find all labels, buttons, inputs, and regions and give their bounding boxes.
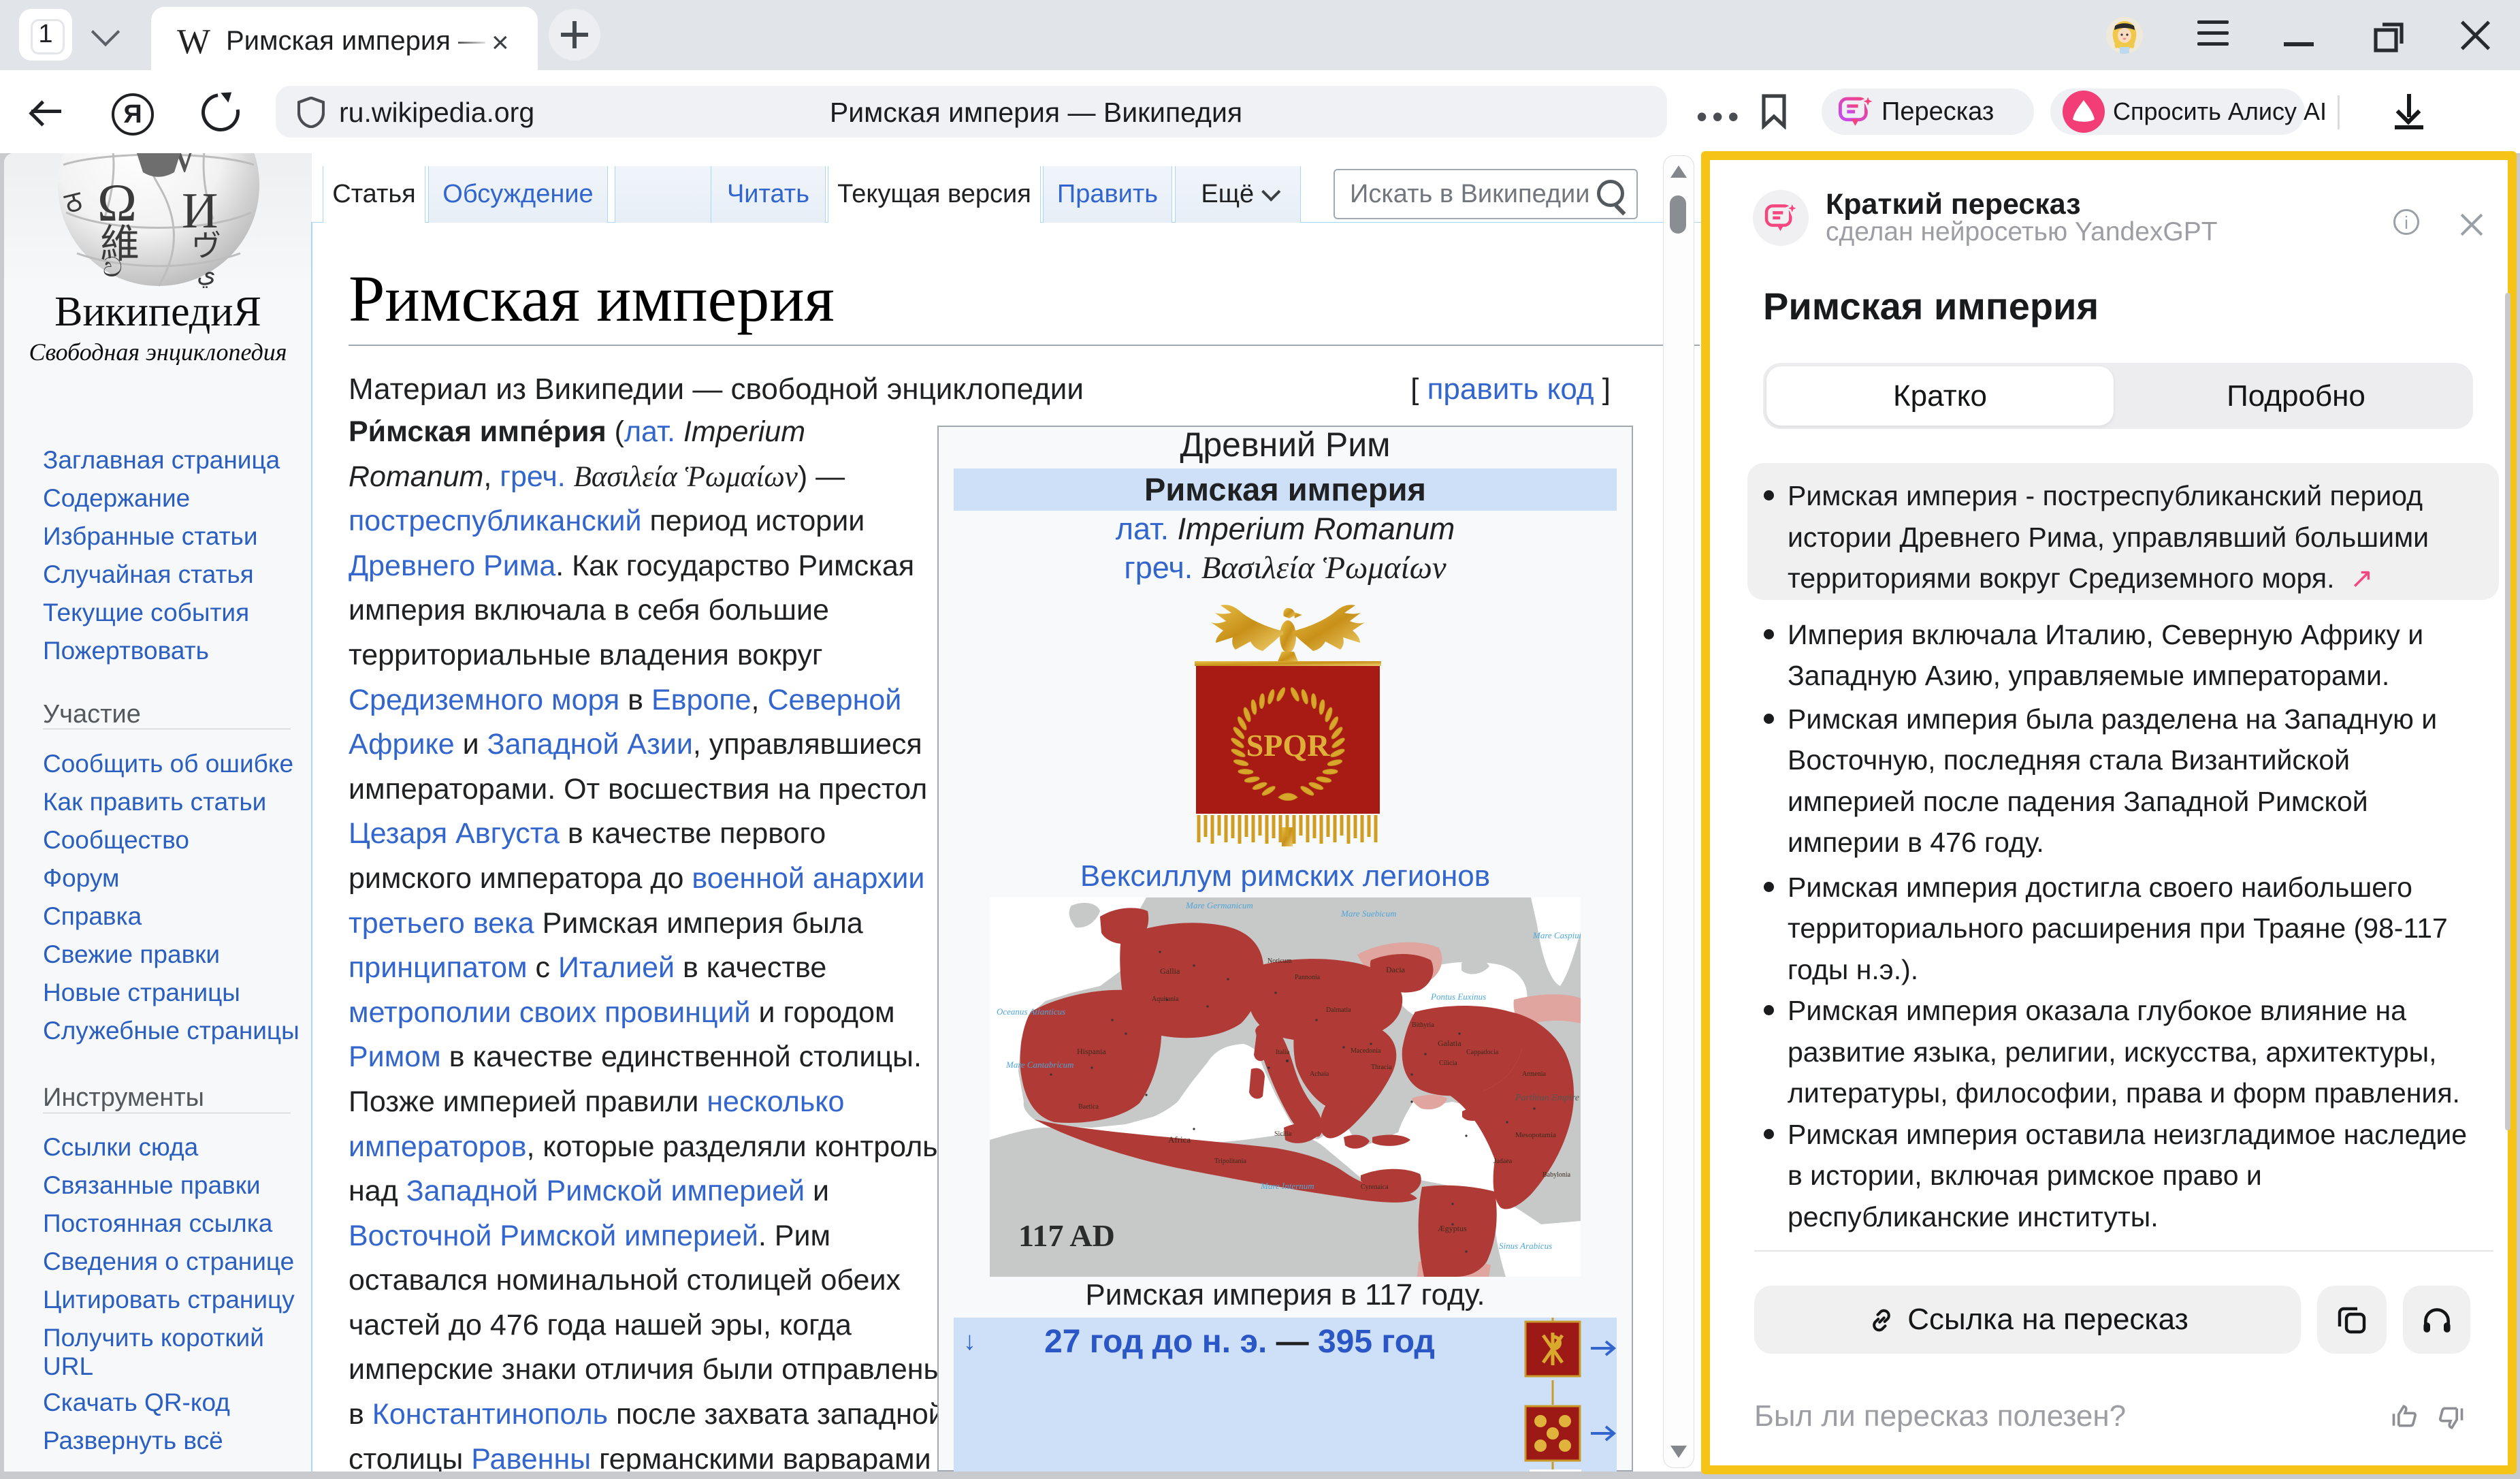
svg-text:Babylonia: Babylonia bbox=[1542, 1171, 1571, 1179]
svg-text:Hispania: Hispania bbox=[1077, 1047, 1106, 1056]
svg-text:Noricum: Noricum bbox=[1267, 957, 1292, 965]
svg-text:Dacia: Dacia bbox=[1386, 965, 1406, 974]
svg-text:Pontus Euxinus: Pontus Euxinus bbox=[1430, 991, 1486, 1002]
svg-text:Oceanus Atlanticus: Oceanus Atlanticus bbox=[997, 1006, 1065, 1017]
svg-text:Galatia: Galatia bbox=[1438, 1038, 1461, 1048]
svg-text:Mare Internum: Mare Internum bbox=[1260, 1181, 1314, 1191]
svg-text:ي: ي bbox=[197, 260, 216, 288]
svg-text:Thracia: Thracia bbox=[1371, 1064, 1392, 1071]
svg-text:Parthian Empire: Parthian Empire bbox=[1515, 1093, 1579, 1103]
svg-text:ヴ: ヴ bbox=[191, 229, 221, 263]
svg-text:117 AD: 117 AD bbox=[1018, 1218, 1115, 1253]
svg-text:Cilicia: Cilicia bbox=[1439, 1060, 1457, 1067]
svg-text:Dalmatia: Dalmatia bbox=[1326, 1006, 1351, 1014]
svg-text:Pannonia: Pannonia bbox=[1295, 974, 1321, 981]
svg-text:Macedonia: Macedonia bbox=[1351, 1047, 1381, 1055]
svg-text:Sinus Arabicus: Sinus Arabicus bbox=[1499, 1241, 1552, 1251]
svg-text:Tripolitania: Tripolitania bbox=[1214, 1158, 1246, 1165]
svg-text:Africa: Africa bbox=[1168, 1134, 1191, 1145]
svg-text:Italia: Italia bbox=[1276, 1049, 1290, 1056]
svg-text:Judaea: Judaea bbox=[1493, 1158, 1513, 1165]
svg-text:Mare Caspium: Mare Caspium bbox=[1532, 930, 1581, 940]
svg-text:Aquitania: Aquitania bbox=[1152, 996, 1179, 1003]
svg-text:Mare Suebicum: Mare Suebicum bbox=[1340, 908, 1396, 919]
svg-text:Mare Germanicum: Mare Germanicum bbox=[1185, 900, 1253, 910]
svg-text:Baetica: Baetica bbox=[1078, 1103, 1099, 1111]
svg-text:Mesopotamia: Mesopotamia bbox=[1515, 1131, 1556, 1139]
svg-text:Armenia: Armenia bbox=[1522, 1070, 1547, 1078]
svg-text:Cappadocia: Cappadocia bbox=[1466, 1049, 1499, 1056]
svg-text:Achaia: Achaia bbox=[1310, 1070, 1329, 1078]
svg-text:SPQR: SPQR bbox=[1246, 728, 1330, 763]
svg-text:Mare Cantabricum: Mare Cantabricum bbox=[1005, 1060, 1074, 1070]
svg-text:ව: ව bbox=[103, 252, 123, 283]
svg-text:Gallia: Gallia bbox=[1160, 966, 1180, 976]
svg-text:Bithyria: Bithyria bbox=[1412, 1021, 1434, 1029]
svg-text:Cyrenaica: Cyrenaica bbox=[1361, 1183, 1389, 1191]
svg-text:Sicilia: Sicilia bbox=[1274, 1130, 1292, 1138]
